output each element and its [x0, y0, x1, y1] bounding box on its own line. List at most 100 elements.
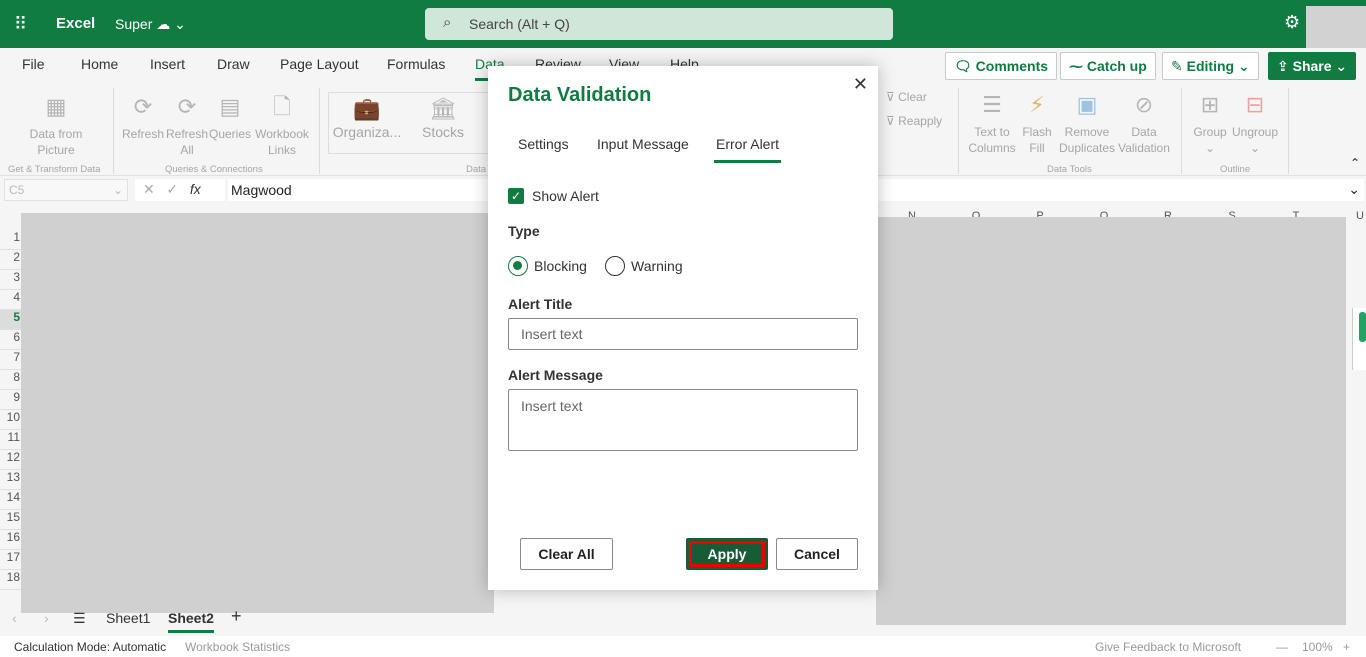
tab-draw[interactable]: Draw — [217, 56, 250, 72]
tab-page-layout[interactable]: Page Layout — [280, 56, 359, 72]
links-icon: 🗋 — [273, 94, 291, 119]
row-header[interactable]: 17 — [0, 550, 22, 570]
row-header[interactable]: 9 — [0, 390, 22, 410]
group-button[interactable]: ⊞ Group ⌄ — [1190, 90, 1230, 156]
alert-message-textarea[interactable]: Insert text — [508, 389, 858, 451]
placeholder: Insert text — [521, 326, 583, 342]
divider — [113, 88, 114, 174]
zoom-in-icon[interactable]: + — [1343, 640, 1350, 654]
divider — [1288, 88, 1289, 174]
comments-button[interactable]: 🗨 Comments — [945, 52, 1058, 80]
editing-button[interactable]: ✎ Editing ⌄ — [1162, 52, 1259, 80]
clear-filter-icon: ⊽ — [886, 90, 895, 104]
all-sheets-icon[interactable]: ☰ — [73, 610, 86, 627]
row-header[interactable]: 12 — [0, 450, 22, 470]
cancel-icon[interactable]: ✕ — [143, 181, 155, 197]
add-sheet-icon[interactable]: + — [231, 606, 242, 627]
row-header[interactable]: 15 — [0, 510, 22, 530]
refresh-button[interactable]: ⟳ Refresh — [120, 92, 166, 142]
flash-fill-button[interactable]: ⚡ Flash Fill — [1020, 90, 1054, 156]
label: Ungroup — [1231, 125, 1279, 139]
name-box[interactable]: C5 ⌄ — [4, 179, 128, 201]
clear-filter-button[interactable]: ⊽ Clear — [886, 89, 927, 105]
text-to-columns-button[interactable]: ☰ Text to Columns — [966, 90, 1018, 156]
search-placeholder: Search (Alt + Q) — [469, 16, 570, 32]
sheet-tab-active[interactable]: Sheet2 — [168, 610, 214, 633]
row-header[interactable]: 1 — [0, 230, 22, 250]
workbook-links-button[interactable]: 🗋 Workbook Links — [253, 92, 311, 158]
row-header[interactable]: 13 — [0, 470, 22, 490]
tab-input-message[interactable]: Input Message — [597, 136, 689, 152]
queries-button[interactable]: ▤ Queries — [207, 92, 253, 142]
avatar[interactable] — [1306, 6, 1366, 48]
group-icon: ⊞ — [1200, 92, 1220, 117]
search-icon: ⌕ — [443, 14, 452, 31]
app-name[interactable]: Excel — [56, 15, 95, 32]
apply-button[interactable]: Apply — [686, 538, 768, 570]
picture-icon: ▦ — [45, 94, 67, 119]
tab-settings[interactable]: Settings — [518, 136, 569, 152]
row-header[interactable]: 2 — [0, 250, 22, 270]
row-header[interactable]: 3 — [0, 270, 22, 290]
row-header[interactable]: 4 — [0, 290, 22, 310]
close-icon[interactable]: ✕ — [853, 74, 868, 95]
zoom-out-icon[interactable]: — — [1276, 640, 1288, 654]
warning-radio[interactable] — [605, 256, 625, 276]
row-header[interactable]: 5 — [0, 310, 22, 330]
stocks-button[interactable]: 🏛 Stocks — [418, 98, 468, 141]
clear-all-button[interactable]: Clear All — [520, 538, 613, 570]
row-header[interactable]: 14 — [0, 490, 22, 510]
remove-duplicates-button[interactable]: ▣ Remove Duplicates — [1058, 90, 1116, 156]
organization-button[interactable]: 💼 Organiza... — [332, 98, 402, 141]
cancel-button[interactable]: Cancel — [776, 538, 858, 570]
gear-icon[interactable]: ⚙ — [1284, 12, 1300, 33]
row-header[interactable]: 10 — [0, 410, 22, 430]
group-label: Outline — [1220, 164, 1251, 175]
ungroup-button[interactable]: ⊟ Ungroup ⌄ — [1230, 90, 1280, 156]
data-validation-button[interactable]: ⊘ Data Validation — [1116, 90, 1172, 156]
app-launcher-icon[interactable]: ⠿ — [14, 14, 34, 34]
catch-up-button[interactable]: ⁓ Catch up — [1060, 52, 1156, 80]
label: Data from Picture — [29, 127, 83, 157]
fx-icon[interactable]: fx — [190, 181, 201, 197]
doc-title: Super — [115, 16, 153, 32]
document-name[interactable]: Super ☁ ⌄ — [115, 16, 186, 33]
workbook-stats[interactable]: Workbook Statistics — [185, 640, 290, 654]
share-button[interactable]: ⇪ Share ⌄ — [1268, 52, 1357, 80]
scroll-thumb[interactable] — [1359, 312, 1366, 342]
flash-fill-icon: ⚡ — [1029, 92, 1045, 117]
search-input[interactable]: ⌕ Search (Alt + Q) — [425, 8, 893, 40]
refresh-all-button[interactable]: ⟳ Refresh All — [165, 92, 209, 158]
label: Remove Duplicates — [1058, 125, 1116, 155]
show-alert-checkbox[interactable]: ✓ — [508, 188, 524, 204]
prev-sheet-icon[interactable]: ‹ — [12, 610, 17, 626]
row-header[interactable]: 6 — [0, 330, 22, 350]
alert-title-input[interactable]: Insert text — [508, 318, 858, 350]
reapply-button[interactable]: ⊽ Reapply — [886, 113, 942, 129]
row-header[interactable]: 11 — [0, 430, 22, 450]
row-header[interactable]: 18 — [0, 570, 22, 590]
label: Clear — [898, 90, 927, 104]
collapse-ribbon-icon[interactable]: ⌃ — [1350, 156, 1360, 170]
remove-duplicates-icon: ▣ — [1076, 92, 1098, 117]
sheet-tab[interactable]: Sheet1 — [106, 610, 150, 626]
feedback-link[interactable]: Give Feedback to Microsoft — [1095, 640, 1241, 654]
tab-formulas[interactable]: Formulas — [387, 56, 445, 72]
dialog-title: Data Validation — [508, 84, 652, 106]
row-header[interactable]: 8 — [0, 370, 22, 390]
refresh-icon: ⟳ — [133, 94, 153, 119]
row-header[interactable]: 16 — [0, 530, 22, 550]
data-from-picture-button[interactable]: ▦ Data from Picture — [20, 92, 92, 158]
alert-message-label: Alert Message — [508, 367, 603, 383]
tab-insert[interactable]: Insert — [150, 56, 185, 72]
row-header[interactable]: 7 — [0, 350, 22, 370]
next-sheet-icon[interactable]: › — [44, 610, 49, 626]
tab-file[interactable]: File — [22, 56, 45, 72]
zoom-level[interactable]: 100% — [1302, 640, 1333, 654]
divider — [958, 88, 959, 174]
confirm-icon[interactable]: ✓ — [166, 181, 178, 197]
tab-error-alert[interactable]: Error Alert — [713, 136, 782, 163]
blocking-radio[interactable] — [508, 256, 528, 276]
tab-home[interactable]: Home — [81, 56, 118, 72]
show-alert-label: Show Alert — [532, 188, 599, 204]
